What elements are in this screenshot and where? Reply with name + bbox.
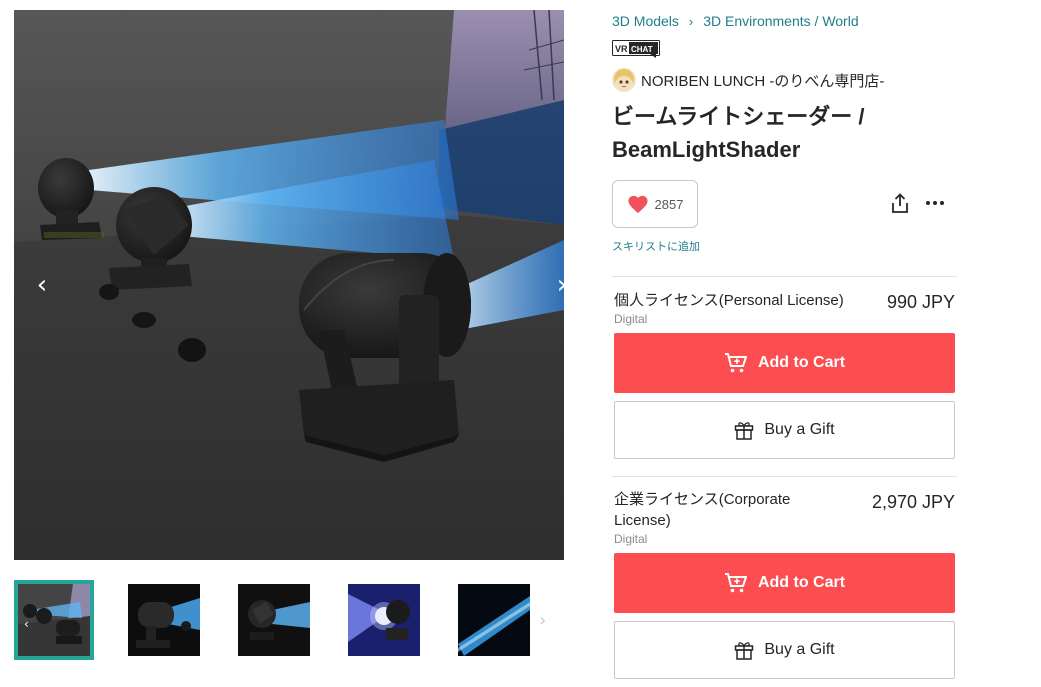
- thumbnail-1-image: ‹: [18, 584, 90, 656]
- add-to-cart-label: Add to Cart: [757, 354, 846, 371]
- product-title: ビームライトシェーダー / BeamLightShader: [612, 100, 957, 166]
- chevron-right-icon: ›: [688, 14, 694, 29]
- gift-icon: [735, 642, 754, 660]
- vrchat-badge[interactable]: VR CHAT: [612, 40, 660, 58]
- license-type-personal: Digital: [614, 312, 648, 326]
- add-to-cart-label: Add to Cart: [757, 574, 846, 591]
- add-to-cart-button-corporate[interactable]: Add to Cart: [614, 553, 955, 613]
- breadcrumb: 3D Models › 3D Environments / World: [612, 13, 859, 29]
- buy-gift-button-personal[interactable]: Buy a Gift: [614, 401, 955, 459]
- thumbnail-2[interactable]: [128, 584, 200, 656]
- product-title-line-1: ビームライトシェーダー /: [612, 104, 865, 129]
- gift-icon: [735, 422, 754, 440]
- cart-icon: [724, 573, 747, 593]
- divider: [612, 276, 957, 277]
- thumbnail-3[interactable]: [238, 584, 310, 656]
- vrchat-badge-text-chat: CHAT: [631, 45, 653, 54]
- license-price-personal: 990 JPY: [886, 292, 955, 312]
- license-name-corporate-line-1: 企業ライセンス(Corporate: [614, 491, 791, 508]
- buy-gift-label: Buy a Gift: [764, 641, 835, 658]
- buy-gift-button-corporate[interactable]: Buy a Gift: [614, 621, 955, 679]
- thumbnail-5-image: [458, 584, 530, 656]
- more-icon[interactable]: [924, 191, 946, 213]
- main-product-image[interactable]: ‹ ›: [14, 10, 564, 560]
- breadcrumb-3d-environments[interactable]: 3D Environments / World: [703, 13, 858, 29]
- shop-name[interactable]: NORIBEN LUNCH -のりべん専門店-: [641, 70, 884, 91]
- license-name-personal: 個人ライセンス(Personal License): [614, 292, 844, 309]
- shop-avatar: [612, 68, 636, 92]
- product-title-line-2: BeamLightShader: [612, 137, 801, 162]
- license-name-corporate-line-2: License): [614, 512, 671, 529]
- shop-link[interactable]: NORIBEN LUNCH -のりべん専門店-: [612, 68, 884, 92]
- svg-text:‹: ‹: [24, 617, 29, 631]
- share-icon[interactable]: [889, 192, 911, 214]
- like-count: 2857: [654, 196, 684, 212]
- thumbnail-4-image: [348, 584, 420, 656]
- thumbnail-5[interactable]: [458, 584, 530, 656]
- thumbnail-next-button[interactable]: ›: [539, 610, 546, 631]
- divider: [612, 476, 957, 477]
- gallery-prev-button[interactable]: ‹: [28, 272, 56, 300]
- buy-gift-label: Buy a Gift: [764, 421, 835, 438]
- thumbnail-1[interactable]: ‹: [14, 580, 94, 660]
- license-type-corporate: Digital: [614, 532, 648, 546]
- breadcrumb-3d-models[interactable]: 3D Models: [612, 13, 679, 29]
- gallery-next-button[interactable]: ›: [548, 272, 564, 300]
- add-to-cart-button-personal[interactable]: Add to Cart: [614, 333, 955, 393]
- cart-icon: [724, 353, 747, 373]
- like-button[interactable]: 2857: [612, 180, 698, 228]
- heart-icon: [627, 195, 648, 214]
- thumbnail-3-image: [238, 584, 310, 656]
- thumbnail-2-image: [128, 584, 200, 656]
- license-name-corporate: 企業ライセンス(Corporate License): [614, 489, 790, 531]
- thumbnail-4[interactable]: [348, 584, 420, 656]
- main-image-scene: [14, 10, 564, 560]
- license-price-corporate: 2,970 JPY: [871, 492, 955, 512]
- add-to-wishlist-link[interactable]: スキリストに追加: [612, 238, 700, 254]
- vrchat-badge-text-vr: VR: [615, 44, 628, 54]
- thumbnail-strip: ‹ ›: [14, 580, 564, 660]
